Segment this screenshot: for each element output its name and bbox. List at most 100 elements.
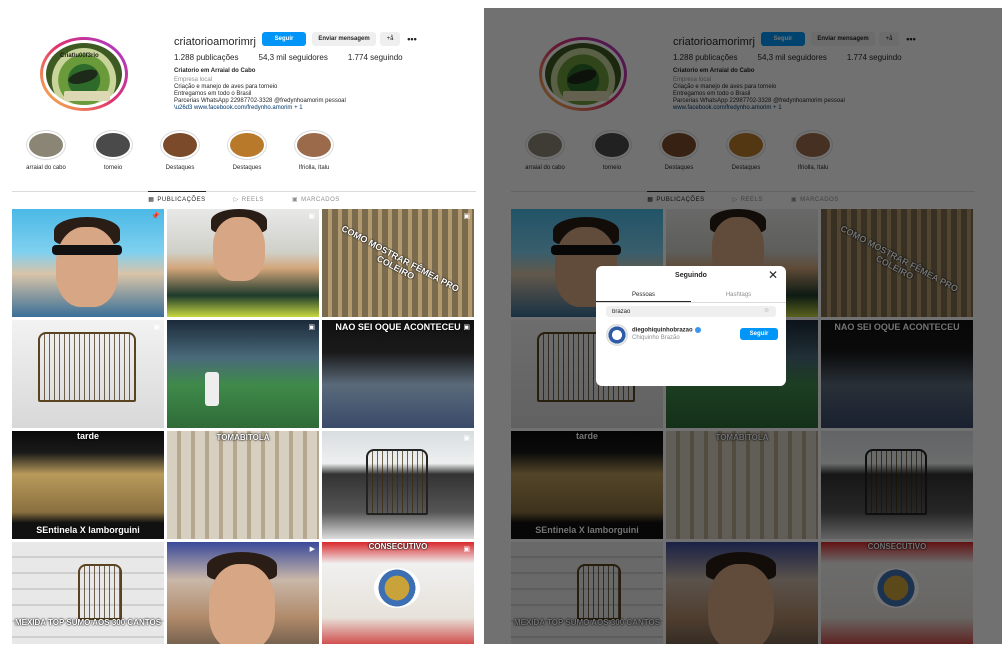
post-thumbnail[interactable]: MEXIDA TOP SUMO AOS 300 CANTOS [12, 542, 164, 644]
suggested-accounts-button[interactable]: +å [380, 32, 400, 46]
highlight-cover [93, 130, 133, 160]
post-overlay-text: CONSECUTIVO [368, 542, 428, 551]
posts-count: 1.288 publicações [174, 53, 239, 62]
post-face [56, 227, 118, 307]
following-count[interactable]: 1.774 seguindo [348, 53, 403, 62]
tab-people[interactable]: Pessoas [596, 288, 691, 302]
profile-avatar: Criat\u00f3rio [43, 40, 125, 108]
carousel-icon: ▣ [463, 546, 470, 553]
post-face [213, 217, 265, 281]
post-thumbnail[interactable]: ▣ [167, 209, 319, 317]
highlight-label: torneio [103, 165, 123, 171]
team-crest-icon [374, 568, 420, 608]
profile-username: criatorioamorimrj [174, 36, 256, 48]
carousel-icon: ▣ [463, 213, 470, 220]
sunglasses [52, 245, 122, 255]
bio-category: Empresa local [174, 77, 213, 83]
highlight-item[interactable]: arraial do cabo [26, 130, 66, 171]
tab-label: REELS [241, 196, 264, 203]
post-thumbnail[interactable]: 📌 [12, 209, 164, 317]
following-result-row[interactable]: diegohiquinhobrazao Chiquinho Brazão Seg… [606, 324, 778, 348]
highlight-cover [227, 130, 267, 160]
highlight-label: arraial do cabo [26, 165, 66, 171]
result-username[interactable]: diegohiquinhobrazao [632, 327, 701, 334]
highlight-cover [26, 130, 66, 160]
tab-publicacoes[interactable]: ▦ PUBLICAÇÕES [148, 191, 206, 203]
send-message-button[interactable]: Enviar mensagem [312, 32, 376, 46]
post-thumbnail[interactable]: ▶ [167, 542, 319, 644]
logo-banner [64, 91, 110, 101]
follow-button[interactable]: Seguir [262, 32, 306, 46]
highlight-item[interactable]: torneio [93, 130, 133, 171]
highlight-cover [294, 130, 334, 160]
reels-icon: ▷ [233, 197, 239, 203]
close-icon[interactable]: ✕ [768, 268, 778, 282]
result-username-text[interactable]: diegohiquinhobrazao [632, 328, 693, 334]
tab-hashtags[interactable]: Hashtags [691, 288, 786, 302]
post-face [209, 564, 275, 644]
highlight-image [96, 133, 130, 157]
screenshot-root: Criat\u00f3rio criatorioamorimrj Seguir … [0, 0, 1008, 648]
post-thumbnail[interactable]: CONSECUTIVO ▣ [322, 542, 474, 644]
post-overlay-text: COMO MOSTRAR FÊMEA PRO COLEIRO [339, 223, 461, 294]
dialog-tabs: Pessoas Hashtags [596, 288, 786, 303]
reel-icon: ▶ [309, 546, 315, 553]
highlight-label: Destaques [232, 165, 262, 171]
followers-count[interactable]: 54,3 mil seguidores [259, 53, 328, 62]
highlight-item[interactable]: Destaques [160, 130, 200, 171]
post-thumbnail[interactable]: ▣ [12, 320, 164, 428]
tabs-divider [12, 191, 476, 192]
bird-cage [38, 332, 136, 402]
bio-link-text[interactable]: www.facebook.com/fredynho.amorim + 1 [194, 105, 303, 111]
post-thumbnail[interactable]: TOMABITOLÁ [167, 431, 319, 539]
highlight-image [29, 133, 63, 157]
bio-line: Entregamos em todo o Brasil [174, 91, 252, 97]
following-dialog: Seguindo ✕ Pessoas Hashtags ⊗ diegohiqui… [596, 266, 786, 386]
highlight-item[interactable]: Destaques [227, 130, 267, 171]
post-thumbnail[interactable]: ▣ [322, 431, 474, 539]
carousel-icon: ▣ [308, 324, 315, 331]
link-icon: \u26d3 [174, 105, 195, 111]
tab-marcados[interactable]: ▣ MARCADOS [291, 193, 340, 204]
tagged-icon: ▣ [291, 197, 299, 203]
post-thumbnail[interactable]: tarde SEntinela X lamborguini [12, 431, 164, 539]
tab-reels[interactable]: ▷ REELS [233, 193, 264, 204]
post-thumbnail[interactable]: ▣ [167, 320, 319, 428]
profile-panel-right: criatorioamorimrj Seguir Enviar mensagem… [484, 8, 1002, 644]
highlight-item[interactable]: Ifriolla, Italu [294, 130, 334, 171]
profile-stats: 1.288 publicações 54,3 mil seguidores 1.… [174, 53, 403, 62]
clear-search-icon[interactable]: ⊗ [764, 307, 769, 314]
highlight-image [297, 133, 331, 157]
pinned-icon: 📌 [151, 213, 160, 220]
verified-badge-icon [694, 327, 701, 333]
highlight-label: Destaques [165, 165, 195, 171]
bio-line: Criação e manejo de aves para torneio [174, 84, 278, 90]
bird-icon [66, 67, 100, 87]
bio-text: Criação e manejo de aves para torneio En… [174, 84, 346, 105]
more-options-button[interactable]: ••• [404, 32, 420, 46]
result-avatar[interactable] [606, 324, 628, 346]
profile-avatar-ring[interactable]: Criat\u00f3rio [40, 37, 128, 111]
post-thumbnail[interactable]: COMO MOSTRAR FÊMEA PRO COLEIRO ▣ [322, 209, 474, 317]
post-overlay-text: tarde [76, 431, 99, 441]
player-figure [205, 372, 219, 406]
post-overlay-text: NAO SEI OQUE ACONTECEU [335, 322, 461, 332]
result-follow-button[interactable]: Seguir [740, 328, 778, 340]
posts-grid: 📌 ▣ COMO MOSTRAR FÊMEA PRO COLEIRO ▣ ▣ ▣… [12, 209, 477, 644]
bird-cage [78, 564, 122, 620]
post-overlay-text: MEXIDA TOP SUMO AOS 300 CANTOS [14, 618, 162, 627]
result-full-name: Chiquinho Brazão [632, 335, 680, 341]
post-overlay-text: SEntinela X lamborguini [36, 525, 140, 535]
carousel-icon: ▣ [153, 324, 160, 331]
profile-tabs: ▦PUBLICAÇÕES ▷REELS ▣MARCADOS [12, 191, 476, 204]
tab-label: PUBLICAÇÕES [157, 196, 206, 203]
grid-icon: ▦ [148, 197, 155, 203]
carousel-icon: ▣ [463, 435, 470, 442]
highlight-image [230, 133, 264, 157]
highlight-label: Ifriolla, Italu [298, 165, 330, 171]
bio-link[interactable]: \u26d3 www.facebook.com/fredynho.amorim … [174, 105, 303, 111]
following-search-input[interactable] [606, 306, 776, 317]
post-thumbnail[interactable]: NAO SEI OQUE ACONTECEU ▣ [322, 320, 474, 428]
profile-panel-left: Criat\u00f3rio criatorioamorimrj Seguir … [6, 8, 482, 644]
carousel-icon: ▣ [308, 213, 315, 220]
